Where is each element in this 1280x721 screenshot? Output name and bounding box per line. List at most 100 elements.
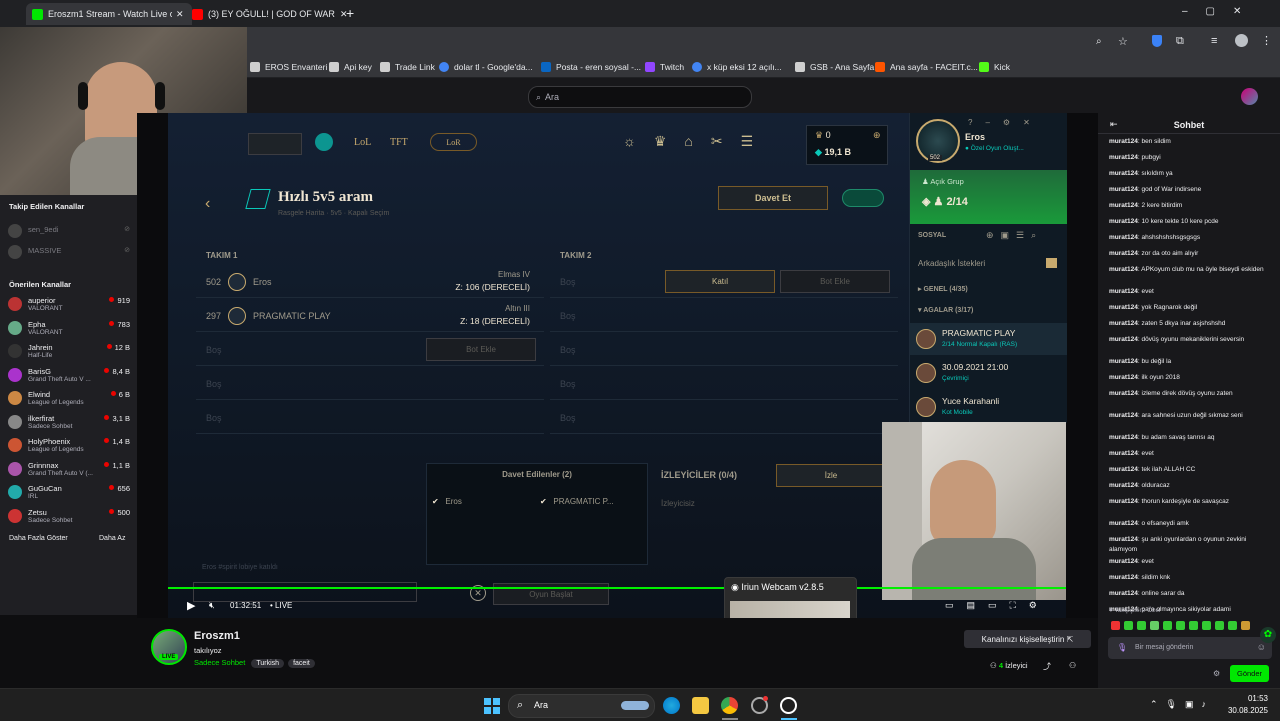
chat-username[interactable]: murat124	[1109, 412, 1138, 419]
chat-username[interactable]: murat124	[1109, 266, 1138, 273]
bookmark-item[interactable]: dolar tl - Google'da...	[439, 57, 533, 77]
chat-username[interactable]: murat124	[1109, 590, 1138, 597]
window-controls-game[interactable]: ?–⚙✕	[968, 118, 1043, 127]
file-explorer-icon[interactable]	[692, 697, 709, 714]
add-currency-icon[interactable]: ⊕	[873, 130, 881, 141]
sparkle-icon[interactable]: ✿	[1260, 627, 1276, 643]
spectate-button[interactable]: İzle	[776, 464, 886, 487]
chat-username[interactable]: murat124	[1109, 374, 1138, 381]
mute-icon[interactable]: 🔇︎	[209, 600, 215, 611]
recommended-channel[interactable]: ilkerfirat Sadece Sohbet 3,1 B	[8, 413, 130, 435]
window-controls[interactable]: –▢✕	[1182, 6, 1259, 17]
bookmark-star-icon[interactable]: ☆	[1118, 35, 1128, 48]
chat-username[interactable]: murat124	[1109, 450, 1138, 457]
user-avatar[interactable]	[1241, 88, 1258, 105]
bookmark-item[interactable]: Twitch	[645, 57, 684, 77]
recommended-channel[interactable]: Grinnnax Grand Theft Auto V (... 1,1 B	[8, 460, 130, 482]
nav-tft[interactable]: TFT	[390, 137, 408, 148]
nav-lol[interactable]: LoL	[354, 137, 371, 148]
tab-youtube[interactable]: (3) EY OĞULL! | GOD OF WAR | B ✕	[186, 3, 358, 25]
emote-icon[interactable]	[1150, 621, 1159, 630]
chat-username[interactable]: murat124	[1109, 170, 1138, 177]
chat-username[interactable]: murat124	[1109, 390, 1138, 397]
clock-date[interactable]: 30.08.2025	[1218, 706, 1268, 715]
chat-settings-icon[interactable]: ⚙	[1213, 669, 1220, 678]
extensions-icon[interactable]: ⧉	[1176, 35, 1184, 48]
team2-slot[interactable]: Boş	[550, 369, 898, 400]
recommended-channel[interactable]: HolyPhoenix League of Legends 1,4 B	[8, 436, 130, 458]
bookmark-item[interactable]: Trade Link	[380, 57, 435, 77]
start-icon[interactable]	[484, 698, 500, 714]
taskbar-search[interactable]: ⌕ Ara	[508, 694, 655, 718]
chat-username[interactable]: murat124	[1109, 186, 1138, 193]
bookmark-item[interactable]: GSB - Ana Sayfa	[795, 57, 874, 77]
close-tab-icon[interactable]: ✕	[176, 9, 184, 20]
emote-icon[interactable]	[1228, 621, 1237, 630]
microphone-icon[interactable]: 🎙︎	[1117, 643, 1127, 652]
followed-channel[interactable]: MASSIVE ⊘	[8, 243, 130, 265]
chat-username[interactable]: murat124	[1109, 434, 1138, 441]
emote-icon[interactable]	[1189, 621, 1198, 630]
more-options-icon[interactable]: ⚇	[1069, 661, 1076, 670]
recommended-channel[interactable]: Epha VALORANT 783	[8, 319, 130, 341]
group-agalar[interactable]: AGALAR (3/17)	[923, 307, 973, 314]
bookmark-item[interactable]: Kick	[979, 57, 1010, 77]
chat-username[interactable]: murat124	[1109, 558, 1138, 565]
zoom-icon[interactable]: ⌕	[1096, 36, 1102, 47]
channel-name[interactable]: Eroszm1	[194, 630, 240, 642]
invite-button[interactable]: Davet Et	[718, 186, 828, 210]
emote-icon[interactable]	[1202, 621, 1211, 630]
show-less-link[interactable]: Daha Az	[99, 535, 125, 542]
bookmark-item[interactable]: EROS Envanteri	[250, 57, 327, 77]
home-orb-icon[interactable]	[315, 133, 333, 151]
category-link[interactable]: Sadece Sohbet	[194, 658, 245, 667]
bookmark-item[interactable]: x küp eksi 12 açılı...	[692, 57, 782, 77]
friend-item[interactable]: Yuce Karahanli Kot Mobile	[910, 391, 1067, 423]
join-team2-button[interactable]: Katıl	[665, 270, 775, 293]
player-right-controls[interactable]: ▭▤▭⛶⚙	[945, 600, 1050, 611]
team1-slot[interactable]: Boş	[196, 403, 544, 434]
chat-username[interactable]: murat124	[1109, 202, 1138, 209]
chat-username[interactable]: murat124	[1109, 320, 1138, 327]
chat-username[interactable]: murat124	[1109, 358, 1138, 365]
team2-slot[interactable]: Boş	[550, 301, 898, 332]
chat-username[interactable]: murat124	[1109, 154, 1138, 161]
team1-slot[interactable]: 297 PRAGMATIC PLAY Altın III Z: 18 (DERECEL…	[196, 301, 544, 332]
chat-username[interactable]: murat124	[1109, 498, 1138, 505]
party-toggle[interactable]	[842, 189, 884, 207]
tag-badge[interactable]: faceit	[288, 659, 315, 668]
chat-username[interactable]: murat124	[1109, 336, 1138, 343]
social-toolbar-icons[interactable]: ⊕▣☰⌕	[986, 230, 1043, 241]
friend-requests[interactable]: Arkadaşlık İstekleri	[918, 259, 985, 268]
team2-slot[interactable]: Boş	[550, 403, 898, 434]
emote-icon[interactable]	[1137, 621, 1146, 630]
emote-icon[interactable]	[1124, 621, 1133, 630]
chat-username[interactable]: murat124	[1109, 520, 1138, 527]
recommended-channel[interactable]: auperior VALORANT 919	[8, 295, 130, 317]
lobby-chat-input[interactable]	[193, 582, 417, 602]
group-general[interactable]: GENEL (4/35)	[923, 286, 967, 293]
chat-username[interactable]: murat124	[1109, 218, 1138, 225]
chat-username[interactable]: murat124	[1109, 138, 1138, 145]
chat-input[interactable]: 🎙︎ Bir mesaj gönderin ☺	[1108, 637, 1272, 659]
search-input[interactable]: ⌕ Ara	[528, 86, 752, 108]
edge-icon[interactable]	[663, 697, 680, 714]
recommended-channel[interactable]: BarisG Grand Theft Auto V ... 8,4 B	[8, 366, 130, 388]
new-tab-button[interactable]: +	[346, 5, 354, 21]
team1-slot[interactable]: 502 Eros Elmas IV Z: 106 (DERECELİ)	[196, 267, 544, 298]
emote-icon[interactable]	[1111, 621, 1120, 630]
share-icon[interactable]: ⤴	[1043, 661, 1051, 672]
emote-icon[interactable]	[1176, 621, 1185, 630]
friend-item[interactable]: PRAGMATIC PLAY 2/14 Normal Kapalı (RAS)	[910, 323, 1067, 355]
emote-bar[interactable]	[1111, 621, 1263, 633]
add-bot-team1-button[interactable]: Bot Ekle	[426, 338, 536, 361]
chat-username[interactable]: murat124	[1109, 574, 1138, 581]
play-icon[interactable]: ▶	[187, 599, 195, 612]
media-icon[interactable]: ≡	[1211, 35, 1217, 47]
recommended-channel[interactable]: Jahrein Half-Life 12 B	[8, 342, 130, 364]
tab-twitch[interactable]: Eroszm1 Stream - Watch Live o ✕	[26, 3, 192, 25]
nav-icons[interactable]: ☼♛⌂✂☰	[623, 133, 771, 150]
emote-icon[interactable]	[1241, 621, 1250, 630]
chat-username[interactable]: murat124	[1109, 234, 1138, 241]
bookmark-item[interactable]: Ana sayfa - FACEIT.c...	[875, 57, 978, 77]
